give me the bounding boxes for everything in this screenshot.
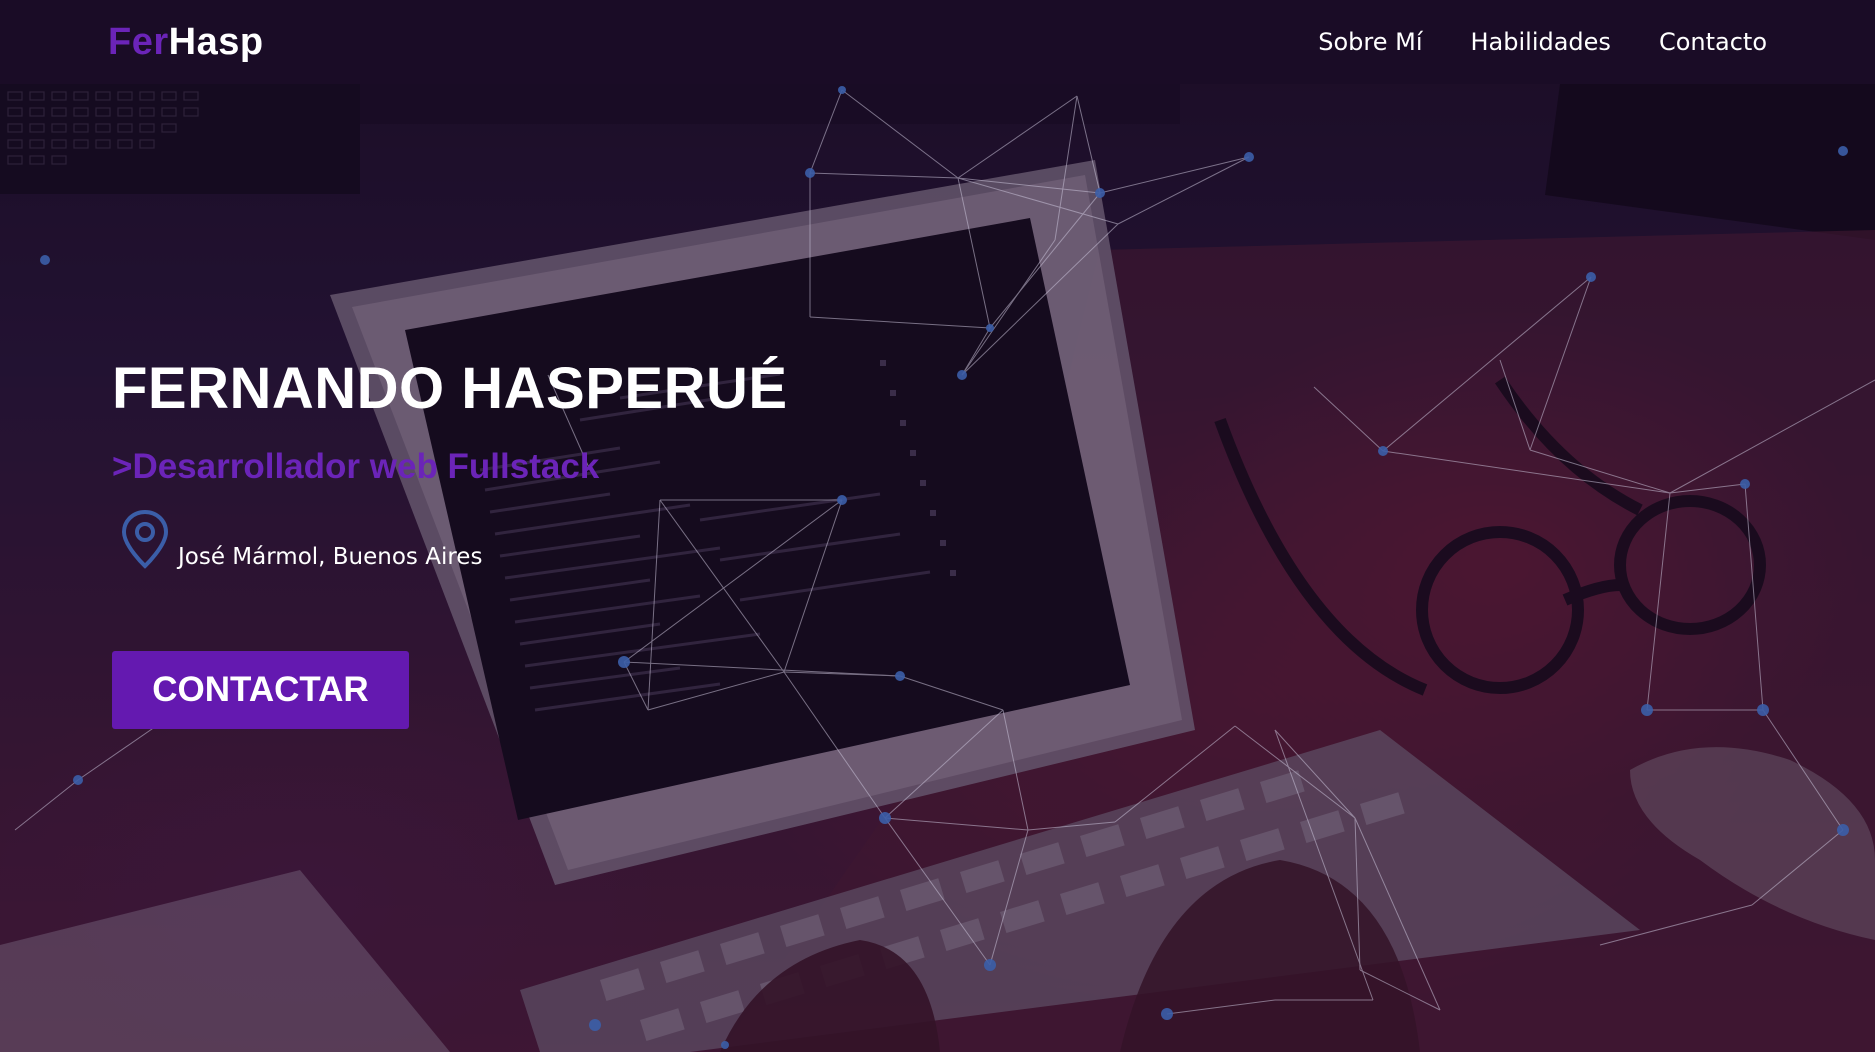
navbar: FerHasp Sobre Mí Habilidades Contacto (0, 0, 1875, 84)
nav-link-sobre-mi[interactable]: Sobre Mí (1318, 28, 1422, 56)
brand-logo[interactable]: FerHasp (108, 21, 264, 64)
nav-link-habilidades[interactable]: Habilidades (1471, 28, 1611, 56)
location-text: José Mármol, Buenos Aires (178, 544, 483, 570)
contactar-button[interactable]: CONTACTAR (112, 651, 409, 729)
hero-subtitle: >Desarrollador web Fullstack (112, 447, 600, 486)
brand-logo-part2: Hasp (168, 20, 264, 63)
hero-name: FERNANDO HASPERUÉ (112, 356, 788, 421)
main-nav: Sobre Mí Habilidades Contacto (1318, 28, 1767, 56)
hero-location: José Mármol, Buenos Aires (118, 508, 482, 570)
brand-logo-part1: Fer (108, 20, 169, 63)
nav-link-contacto[interactable]: Contacto (1659, 28, 1767, 56)
map-pin-icon (121, 509, 169, 569)
